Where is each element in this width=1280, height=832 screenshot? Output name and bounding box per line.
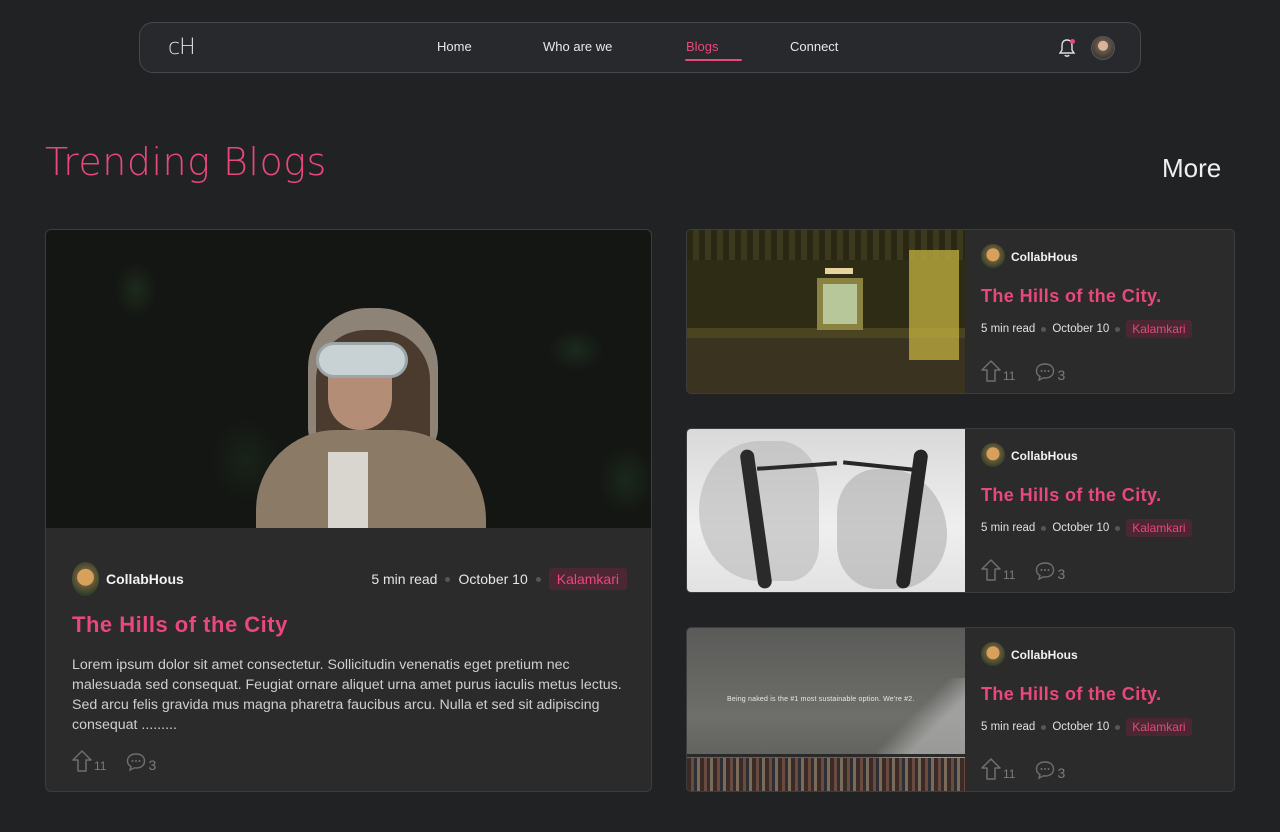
- separator-dot: [1041, 724, 1047, 730]
- category-tag[interactable]: Kalamkari: [548, 568, 627, 590]
- author-name[interactable]: CollabHous: [1011, 250, 1078, 264]
- comment-count: 3: [148, 757, 157, 773]
- category-tag[interactable]: Kalamkari: [1126, 519, 1192, 537]
- post-title[interactable]: The Hills of the City: [72, 612, 288, 638]
- comment-button[interactable]: 3: [1035, 561, 1065, 581]
- comment-button[interactable]: 3: [126, 752, 156, 772]
- separator-dot: [1041, 326, 1047, 332]
- comment-button[interactable]: 3: [1035, 362, 1065, 382]
- upvote-count: 11: [1003, 369, 1016, 383]
- separator-dot: [1115, 525, 1121, 531]
- read-time: 5 min read: [981, 721, 1036, 733]
- blog-image: Being naked is the #1 most sustainable o…: [687, 628, 965, 791]
- upvote-button[interactable]: 11: [72, 750, 106, 772]
- blog-card[interactable]: CollabHous The Hills of the City. 5 min …: [686, 428, 1235, 593]
- section-title: Trending Blogs: [45, 140, 327, 184]
- author-avatar[interactable]: [981, 244, 1005, 268]
- author-avatar[interactable]: [981, 443, 1005, 467]
- post-meta: 5 min read October 10 Kalamkari: [981, 718, 1192, 736]
- nav-link-blogs[interactable]: Blogs: [686, 39, 719, 54]
- comment-count: 3: [1057, 566, 1066, 582]
- post-date: October 10: [1052, 323, 1110, 335]
- post-stats: 11 3: [72, 750, 156, 772]
- comment-icon: [1036, 363, 1055, 382]
- nav-link-connect[interactable]: Connect: [790, 39, 838, 54]
- post-meta: 5 min read October 10 Kalamkari: [981, 519, 1192, 537]
- more-link[interactable]: More: [1162, 153, 1221, 184]
- author-avatar[interactable]: [72, 562, 99, 596]
- category-tag[interactable]: Kalamkari: [1126, 320, 1192, 338]
- upvote-count: 11: [1003, 767, 1016, 781]
- read-time: 5 min read: [981, 522, 1036, 534]
- post-stats: 11 3: [981, 360, 1065, 382]
- separator-dot: [445, 576, 451, 582]
- read-time: 5 min read: [371, 571, 438, 587]
- upvote-icon: [981, 758, 1001, 780]
- upvote-icon: [981, 360, 1001, 382]
- top-navbar: cH Home Who are we Blogs Connect: [139, 22, 1141, 73]
- post-excerpt: Lorem ipsum dolor sit amet consectetur. …: [72, 657, 622, 733]
- post-date: October 10: [458, 571, 528, 587]
- blog-image: [687, 230, 965, 393]
- featured-blog-card[interactable]: CollabHous 5 min read October 10 Kalamka…: [45, 229, 652, 792]
- post-stats: 11 3: [981, 559, 1065, 581]
- comment-icon: [1036, 562, 1055, 581]
- upvote-button[interactable]: 11: [981, 360, 1015, 382]
- blog-card[interactable]: Being naked is the #1 most sustainable o…: [686, 627, 1235, 792]
- post-meta: 5 min read October 10 Kalamkari: [371, 568, 627, 590]
- separator-dot: [1115, 724, 1121, 730]
- blog-card[interactable]: CollabHous The Hills of the City. 5 min …: [686, 229, 1235, 394]
- upvote-button[interactable]: 11: [981, 559, 1015, 581]
- user-avatar[interactable]: [1091, 36, 1115, 60]
- active-nav-underline: [685, 59, 742, 61]
- comment-button[interactable]: 3: [1035, 760, 1065, 780]
- image-caption: Being naked is the #1 most sustainable o…: [727, 696, 915, 703]
- author-name[interactable]: CollabHous: [1011, 648, 1078, 662]
- post-title[interactable]: The Hills of the City.: [981, 286, 1161, 307]
- author-name[interactable]: CollabHous: [1011, 449, 1078, 463]
- post-title[interactable]: The Hills of the City.: [981, 485, 1161, 506]
- notification-dot: [1070, 39, 1075, 44]
- separator-dot: [1041, 525, 1047, 531]
- post-meta: 5 min read October 10 Kalamkari: [981, 320, 1192, 338]
- post-date: October 10: [1052, 721, 1110, 733]
- comment-count: 3: [1057, 367, 1066, 383]
- upvote-count: 11: [1003, 568, 1016, 582]
- nav-link-who-are-we[interactable]: Who are we: [543, 39, 612, 54]
- comment-count: 3: [1057, 765, 1066, 781]
- post-stats: 11 3: [981, 758, 1065, 780]
- featured-image: [46, 230, 651, 528]
- category-tag[interactable]: Kalamkari: [1126, 718, 1192, 736]
- author-name[interactable]: CollabHous: [106, 571, 184, 587]
- upvote-count: 11: [94, 759, 107, 773]
- upvote-icon: [981, 559, 1001, 581]
- upvote-button[interactable]: 11: [981, 758, 1015, 780]
- comment-icon: [1036, 761, 1055, 780]
- separator-dot: [535, 576, 541, 582]
- read-time: 5 min read: [981, 323, 1036, 335]
- post-date: October 10: [1052, 522, 1110, 534]
- author-avatar[interactable]: [981, 642, 1005, 666]
- blog-image: [687, 429, 965, 592]
- post-title[interactable]: The Hills of the City.: [981, 684, 1161, 705]
- nav-link-home[interactable]: Home: [437, 39, 472, 54]
- upvote-icon: [72, 750, 92, 772]
- comment-icon: [127, 753, 146, 772]
- nav-links: Home Who are we Blogs Connect: [140, 23, 1140, 72]
- separator-dot: [1115, 326, 1121, 332]
